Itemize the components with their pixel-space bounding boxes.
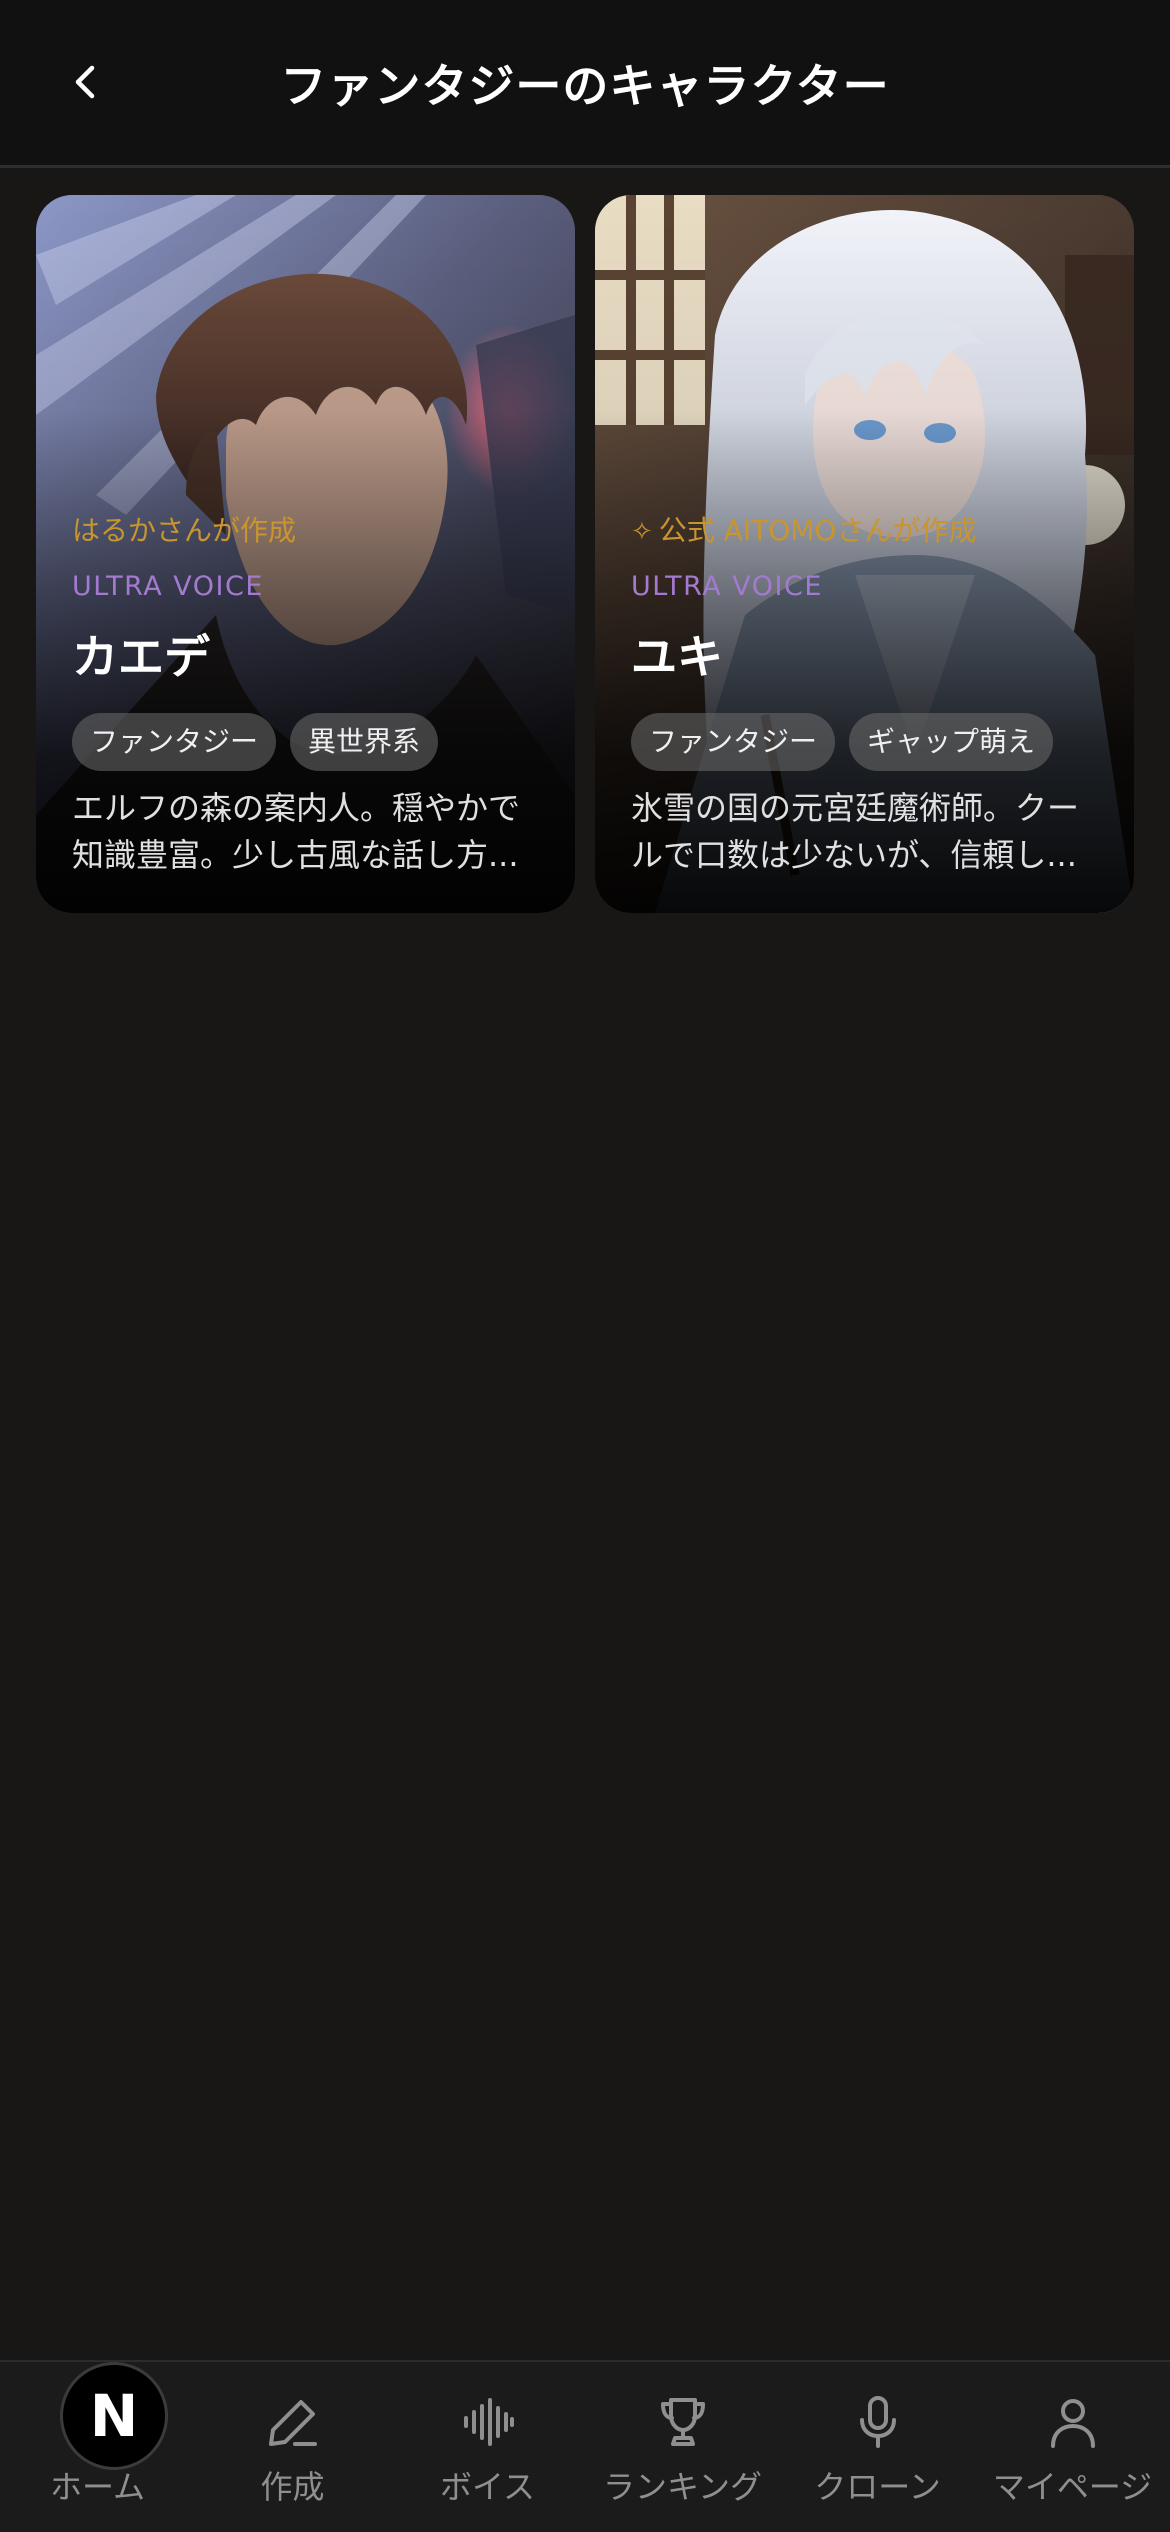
nav-label: ランキング: [602, 2468, 763, 2506]
character-description: 氷雪の国の元宮廷魔術師。クールで口数は少ないが、信頼し...: [631, 789, 1080, 874]
voice-tier-label: ULTRA VOICE: [631, 571, 823, 602]
bottom-nav: ホーム 作成 ボイス ランキング クローン マイページ: [0, 2360, 1170, 2532]
nav-label: 作成: [260, 2468, 325, 2506]
app-root: ファンタジーのキャラクター はるかさんが作成 ULTRA VOICE カエデ フ…: [0, 0, 1170, 2532]
nav-label: ホーム: [49, 2468, 146, 2506]
sparkle-icon: ✧: [631, 517, 653, 547]
microphone-icon: [859, 2396, 896, 2448]
nav-item-create[interactable]: 作成: [195, 2362, 390, 2532]
trophy-icon: [660, 2398, 705, 2446]
tag-chip[interactable]: ファンタジー: [72, 713, 277, 771]
nav-item-ranking[interactable]: ランキング: [585, 2362, 780, 2532]
creator-label: ✧ 公式 AITOMOさんが作成: [631, 511, 1104, 551]
nav-item-clone[interactable]: クローン: [780, 2362, 975, 2532]
creator-text: 公式 AITOMOさんが作成: [658, 514, 977, 547]
app-badge-button[interactable]: N: [60, 2362, 168, 2470]
badge-letter: N: [89, 2382, 139, 2450]
waveform-icon: [463, 2398, 514, 2446]
nav-label: クローン: [814, 2468, 941, 2506]
character-card-kaede[interactable]: はるかさんが作成 ULTRA VOICE カエデ ファンタジー 異世界系 エルフ…: [36, 195, 575, 913]
nav-label: マイページ: [992, 2468, 1153, 2506]
nav-item-voice[interactable]: ボイス: [390, 2362, 585, 2532]
creator-label: はるかさんが作成: [72, 514, 297, 547]
tag-list: ファンタジー ギャップ萌え: [631, 713, 1104, 771]
pencil-icon: [268, 2400, 317, 2446]
voice-tier-label: ULTRA VOICE: [72, 571, 264, 602]
nav-item-mypage[interactable]: マイページ: [975, 2362, 1170, 2532]
character-card-yuki[interactable]: ✧ 公式 AITOMOさんが作成 ULTRA VOICE ユキ ファンタジー ギャ…: [595, 195, 1134, 913]
character-name: カエデ: [72, 630, 210, 684]
tag-chip[interactable]: ファンタジー: [631, 713, 836, 771]
tag-chip[interactable]: ギャップ萌え: [849, 713, 1054, 771]
tag-list: ファンタジー 異世界系: [72, 713, 545, 771]
nav-label: ボイス: [439, 2468, 536, 2506]
character-description: エルフの森の案内人。穏やかで知識豊富。少し古風な話し方...: [72, 789, 521, 874]
user-icon: [1050, 2399, 1095, 2448]
card-info: はるかさんが作成 ULTRA VOICE カエデ ファンタジー 異世界系 エルフ…: [72, 511, 545, 879]
top-bar: ファンタジーのキャラクター: [0, 0, 1170, 168]
character-grid: はるかさんが作成 ULTRA VOICE カエデ ファンタジー 異世界系 エルフ…: [36, 195, 1134, 913]
tag-chip[interactable]: 異世界系: [290, 713, 439, 771]
character-name: ユキ: [631, 630, 723, 684]
page-title: ファンタジーのキャラクター: [280, 59, 890, 113]
card-info: ✧ 公式 AITOMOさんが作成 ULTRA VOICE ユキ ファンタジー ギャ…: [631, 511, 1104, 879]
